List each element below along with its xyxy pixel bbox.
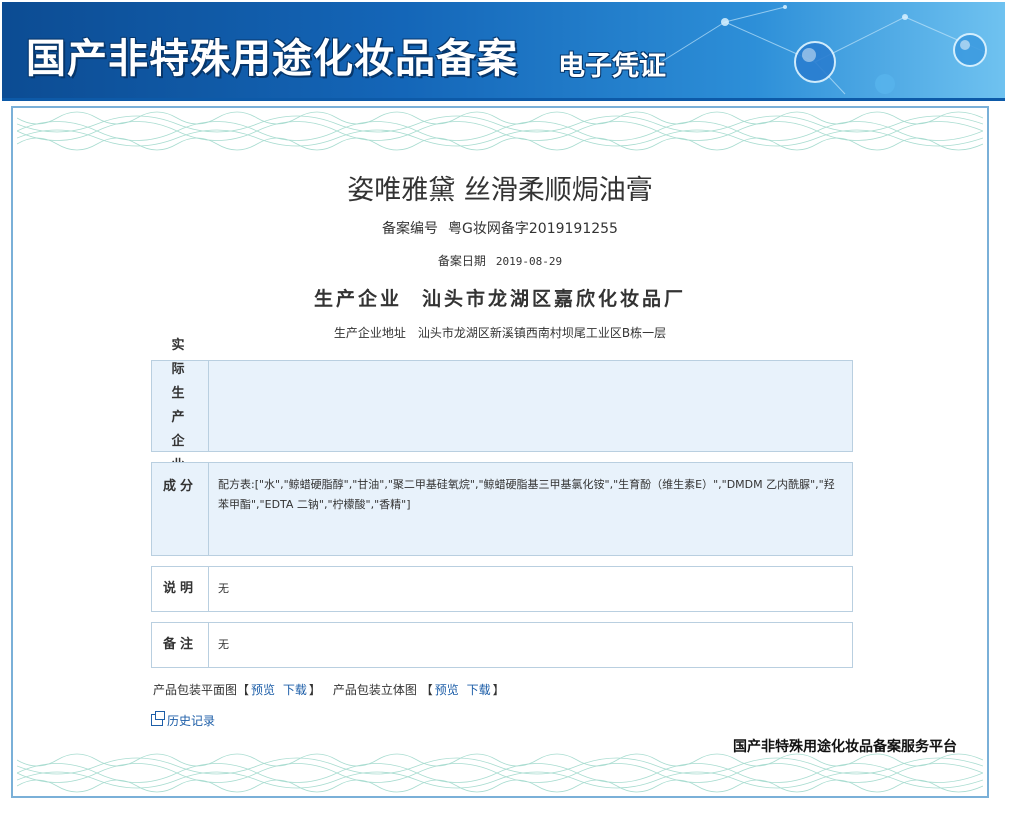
header-banner: 国产非特殊用途化妆品备案 电子凭证 <box>2 2 1005 101</box>
registration-date-line: 备案日期 2019-08-29 <box>13 252 987 269</box>
flat-preview-link[interactable]: 预览 <box>251 683 275 697</box>
registration-number-line: 备案编号 粤G妆网备字2019191255 <box>13 218 987 238</box>
banner-title: 国产非特殊用途化妆品备案 <box>26 35 518 82</box>
manufacturer-value: 汕头市龙湖区嘉欣化妆品厂 <box>422 288 687 310</box>
manufacturer-line: 生产企业 汕头市龙湖区嘉欣化妆品厂 <box>13 284 987 311</box>
bracket-close: 】 <box>308 683 321 697</box>
packaging-images-row: 产品包装平面图【 预览 下载】产品包装立体图 【预览 下载】 <box>153 681 505 698</box>
history-records-label: 历史记录 <box>167 714 216 728</box>
flat-download-link[interactable]: 下载 <box>283 683 307 697</box>
registration-number-label: 备案编号 <box>382 221 439 237</box>
packaging-flat-label: 产品包装平面图 <box>153 683 238 697</box>
certificate-panel: 姿唯雅黛 丝滑柔顺焗油膏 备案编号 粤G妆网备字2019191255 备案日期 20… <box>11 106 989 798</box>
bracket-open: 【 <box>420 683 433 697</box>
ingredients-value: 配方表:["水","鲸蜡硬脂醇","甘油","聚二甲基硅氧烷","鲸蜡硬脂基三甲… <box>218 478 835 511</box>
manufacturer-address-label: 生产企业地址 <box>333 326 406 340</box>
registration-number-value: 粤G妆网备字2019191255 <box>448 221 618 237</box>
manufacturer-label: 生产企业 <box>313 288 402 310</box>
history-records-link[interactable]: 历史记录 <box>151 711 216 729</box>
ingredients-section: 成分 配方表:["水","鲸蜡硬脂醇","甘油","聚二甲基硅氧烷","鲸蜡硬脂… <box>151 462 853 556</box>
registration-date-label: 备案日期 <box>437 254 486 268</box>
new-window-icon <box>151 711 165 726</box>
ingredients-label-cell: 成分 <box>152 463 209 555</box>
description-value: 无 <box>218 582 229 595</box>
guilloche-border-top <box>17 111 983 151</box>
packaging-solid-label: 产品包装立体图 <box>332 683 417 697</box>
remarks-section: 备注 无 <box>151 622 853 668</box>
manufacturer-address-line: 生产企业地址 汕头市龙湖区新溪镇西南村坝尾工业区B栋一层 <box>13 324 987 341</box>
actual-producer-section: 实际生产企业 <box>151 338 853 473</box>
ingredients-label: 成分 <box>162 479 197 494</box>
product-name: 姿唯雅黛 丝滑柔顺焗油膏 <box>347 175 653 206</box>
guilloche-border-bottom <box>17 753 983 793</box>
banner-subtitle: 电子凭证 <box>558 51 666 82</box>
description-section: 说明 无 <box>151 566 853 612</box>
bracket-open: 【 <box>237 683 250 697</box>
remarks-label-cell: 备注 <box>152 623 209 667</box>
description-label: 说明 <box>162 581 197 596</box>
bracket-close: 】 <box>492 683 505 697</box>
solid-preview-link[interactable]: 预览 <box>435 683 459 697</box>
remarks-label: 备注 <box>162 637 197 652</box>
actual-producer-label-cell: 实际生产企业 <box>152 338 209 473</box>
description-label-cell: 说明 <box>152 567 209 611</box>
actual-producer-label: 实际生产企业 <box>171 338 189 473</box>
registration-date-value: 2019-08-29 <box>495 255 563 268</box>
remarks-value: 无 <box>218 638 229 651</box>
manufacturer-address-value: 汕头市龙湖区新溪镇西南村坝尾工业区B栋一层 <box>417 326 667 340</box>
solid-download-link[interactable]: 下载 <box>467 683 491 697</box>
